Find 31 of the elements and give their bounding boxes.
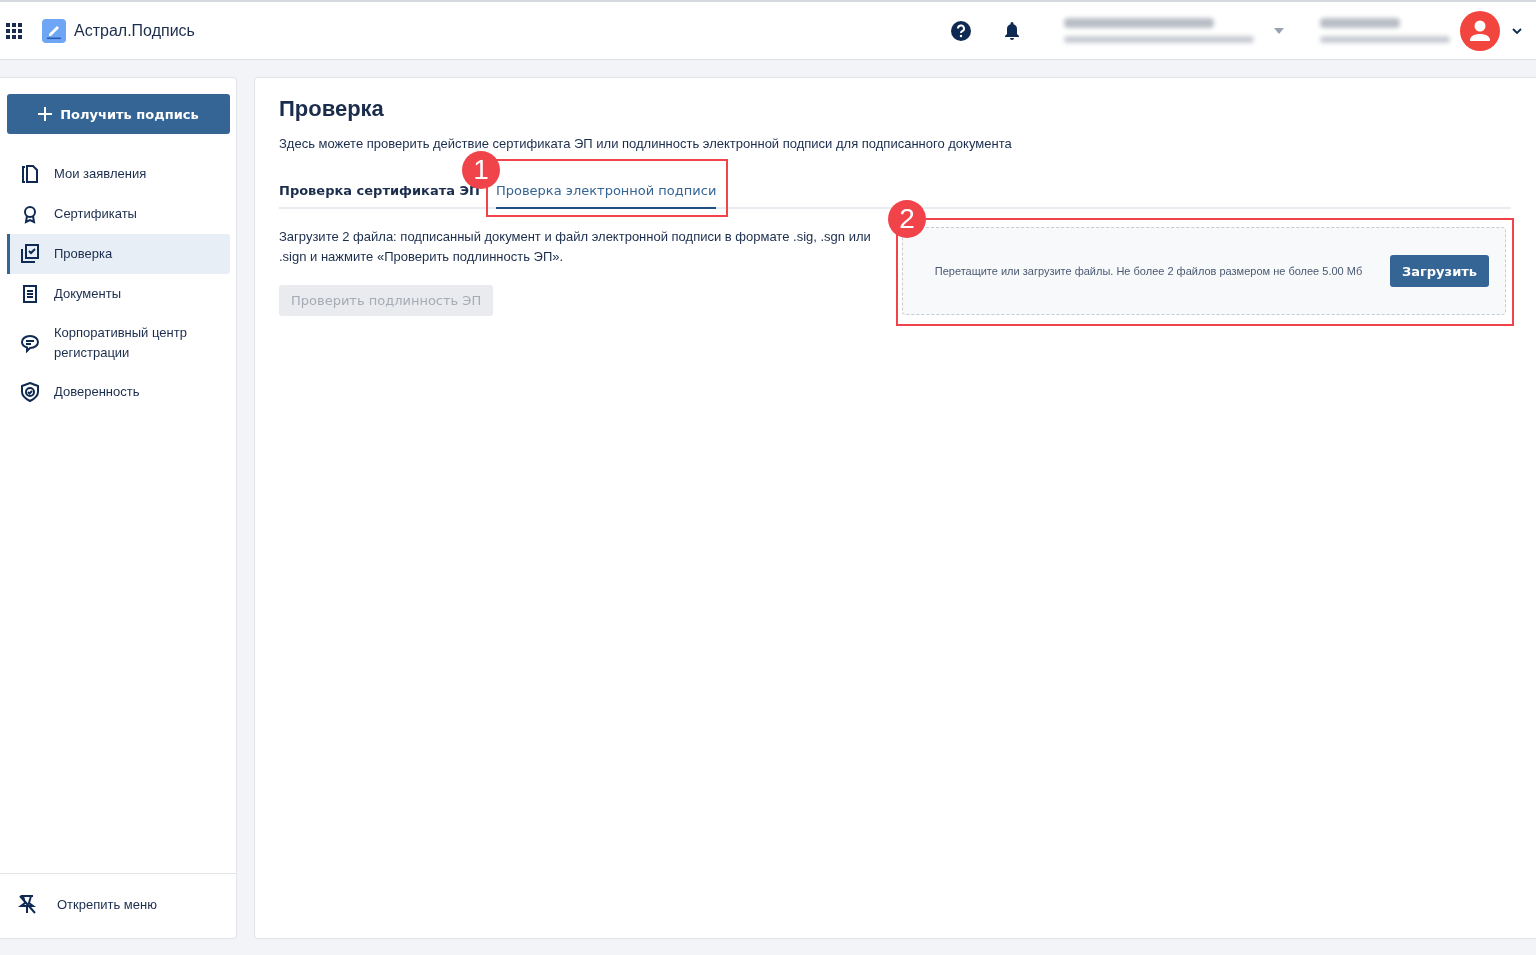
upload-button[interactable]: Загрузить [1390, 255, 1489, 287]
sidebar-item[interactable]: Корпоративный центр регистрации [7, 314, 230, 372]
documents-icon [20, 164, 40, 184]
drop-zone-hint: Перетащите или загрузите файлы. Не более 2 файлов размером не более 5.00 Мб [933, 264, 1364, 279]
plus-icon [38, 107, 53, 121]
pen-logo-icon [42, 18, 66, 43]
help-icon[interactable] [950, 19, 972, 42]
callout-badge: 2 [888, 200, 926, 238]
chevron-down-icon[interactable] [1512, 27, 1522, 34]
sidebar-item[interactable]: Доверенность [7, 372, 230, 412]
sidebar-item[interactable]: Сертификаты [7, 194, 230, 234]
checklist-icon [20, 244, 40, 264]
instructions-text: Загрузите 2 файла: подписанный документ и файл электронной подписи в формате .sig, .sgn или .sign и нажмите «Проверить подлинность ЭП». [279, 228, 872, 266]
chat-bubble-icon [20, 333, 40, 353]
shield-icon [20, 382, 40, 402]
file-drop-zone[interactable]: Перетащите или загрузите файлы. Не более 2 файлов размером не более 5.00 Мб Загрузить [902, 227, 1506, 315]
page-description: Здесь можете проверить действие сертификата ЭП или подлинность электронной подписи для подписанного документа [279, 136, 1013, 151]
apps-grid-icon[interactable] [6, 22, 22, 39]
sidebar-item[interactable]: Мои заявления [7, 154, 230, 194]
document-icon [20, 284, 40, 304]
unpin-icon [17, 894, 37, 914]
unpin-menu-link[interactable]: Открепить меню [17, 894, 157, 914]
get-signature-button[interactable]: Получить подпись [7, 94, 230, 134]
page-title: Проверка [279, 96, 385, 122]
avatar-icon[interactable] [1460, 10, 1500, 51]
sidebar-item[interactable]: Документы [7, 274, 230, 314]
app-name: Астрал.Подпись [74, 21, 195, 40]
caret-icon[interactable] [1274, 27, 1284, 34]
tab[interactable]: Проверка электронной подписи [495, 183, 717, 209]
notification-bell-icon[interactable] [1004, 20, 1020, 41]
sidebar-item[interactable]: Проверка [7, 234, 230, 274]
